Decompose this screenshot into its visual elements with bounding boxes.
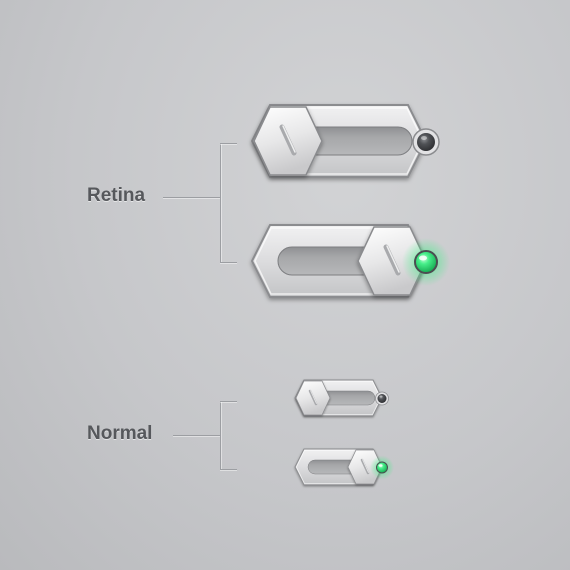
retina-connector-line	[163, 197, 221, 198]
normal-label: Normal	[87, 423, 153, 444]
retina-bracket-bottom-tick	[220, 262, 237, 263]
retina-bracket-top-tick	[220, 143, 237, 144]
retina-toggle-on[interactable]	[250, 224, 450, 308]
retina-bracket-line	[220, 143, 221, 262]
retina-label: Retina	[87, 185, 146, 206]
retina-toggle-off[interactable]	[250, 104, 444, 188]
led-on-icon	[414, 250, 438, 274]
normal-bracket-top-tick	[220, 401, 237, 402]
normal-toggle-on[interactable]	[294, 448, 397, 495]
led-off-icon	[417, 133, 435, 151]
led-off-icon	[377, 394, 387, 403]
led-on-icon	[376, 461, 388, 474]
normal-bracket-bottom-tick	[220, 469, 237, 470]
normal-bracket-line	[220, 401, 221, 469]
normal-toggle-off[interactable]	[294, 379, 397, 426]
normal-connector-line	[173, 435, 221, 436]
